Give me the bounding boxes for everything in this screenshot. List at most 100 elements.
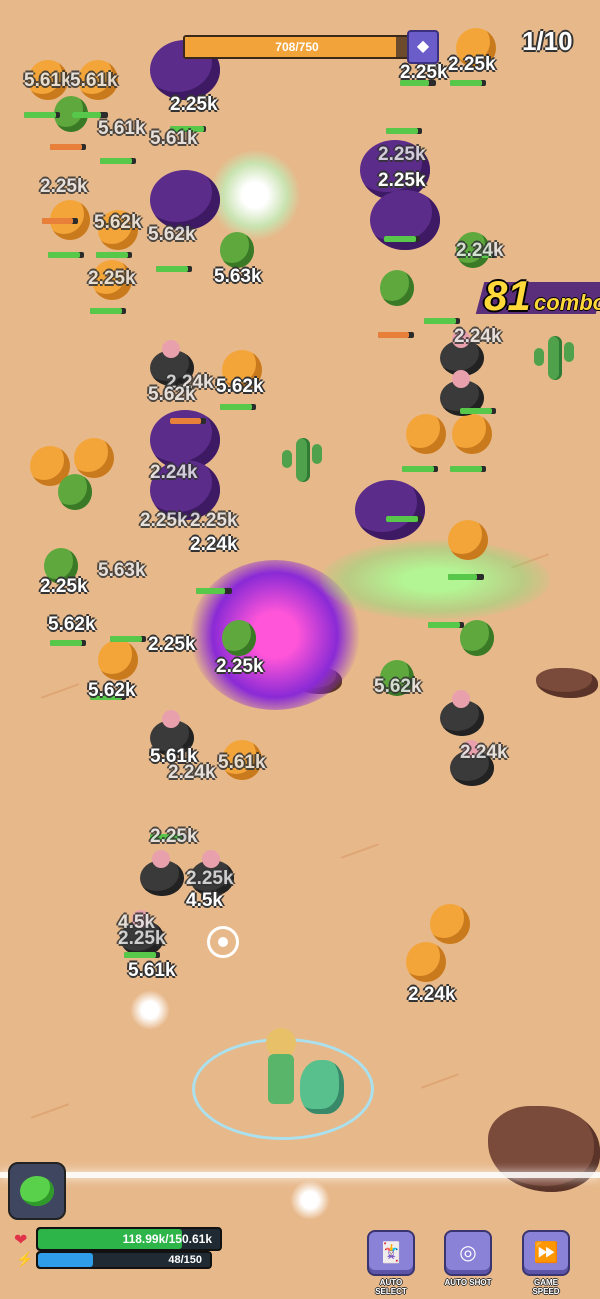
damage-number: 2.25k xyxy=(170,94,218,115)
player-character xyxy=(258,1028,302,1108)
damage-number: 2.25k xyxy=(216,656,264,677)
wave-counter: 1/10 xyxy=(522,26,573,56)
mp-text: 48/150 xyxy=(168,1254,202,1266)
damage-number: 5.61k xyxy=(24,70,72,91)
enemy-hp-bar xyxy=(402,466,438,472)
damage-number: 5.62k xyxy=(48,614,96,635)
damage-number: 2.24k xyxy=(460,742,508,763)
damage-number: 2.24k xyxy=(190,534,238,555)
player-mp: ⚡ 48/150 xyxy=(10,1250,212,1269)
glow-effect xyxy=(130,990,170,1030)
enemy-hp-bar xyxy=(96,252,132,258)
armored-brute-enemy xyxy=(150,170,220,230)
enemy-hp-bar xyxy=(424,318,460,324)
enemy-hp-bar xyxy=(386,128,422,134)
wind-slash-effect xyxy=(320,540,550,620)
game-speed-button[interactable]: ⏩ GAME SPEED xyxy=(521,1230,571,1296)
slime-enemy xyxy=(452,414,492,454)
rock xyxy=(536,668,598,698)
damage-number: 2.25k xyxy=(190,510,238,531)
goblin-enemy xyxy=(222,620,256,656)
enemy-hp-bar xyxy=(450,80,486,86)
combo-banner: 81 combo xyxy=(470,272,600,320)
enemy-hp-bar xyxy=(220,404,256,410)
heart-icon: ❤ xyxy=(14,1232,28,1249)
damage-number: 2.24k xyxy=(150,462,198,483)
enemy-hp-bar xyxy=(428,622,464,628)
enemy-hp-bar xyxy=(170,418,206,424)
slime-enemy xyxy=(98,640,138,680)
damage-number: 2.25k xyxy=(150,826,198,847)
damage-number: 2.25k xyxy=(148,634,196,655)
damage-number: 2.25k xyxy=(40,176,88,197)
player-hp: ❤ 118.99k/150.61k xyxy=(10,1226,222,1251)
goblin-enemy xyxy=(220,232,254,268)
enemy-hp-bar xyxy=(156,266,192,272)
enemy-hp-bar xyxy=(450,466,486,472)
damage-number: 2.25k xyxy=(40,576,88,597)
wave-progress-text: 708/750 xyxy=(275,40,319,54)
sand-crack xyxy=(420,1073,460,1089)
glow-effect xyxy=(210,150,300,240)
goblin-enemy xyxy=(58,474,92,510)
sand-crack xyxy=(340,843,380,859)
vulture-enemy xyxy=(140,850,184,896)
damage-number: 2.24k xyxy=(408,984,456,1005)
slime-enemy xyxy=(448,520,488,560)
auto-select-button[interactable]: 🃏 AUTO SELECT xyxy=(366,1230,416,1296)
damage-number: 5.63k xyxy=(214,266,262,287)
combo-count: 81 xyxy=(484,272,531,319)
cactus xyxy=(534,336,578,384)
hp-text: 118.99k/150.61k xyxy=(122,1232,212,1246)
cactus xyxy=(282,438,326,486)
enemy-hp-bar xyxy=(48,252,84,258)
enemy-hp-bar xyxy=(42,218,78,224)
slime-enemy xyxy=(406,942,446,982)
enemy-hp-bar xyxy=(386,516,422,522)
mp-bar-fill xyxy=(38,1253,94,1267)
enemy-hp-bar xyxy=(378,332,414,338)
damage-number: 2.25k xyxy=(448,54,496,75)
damage-number: 2.24k xyxy=(454,326,502,347)
enemy-hp-bar xyxy=(50,144,86,150)
crosshair-icon: ◎ xyxy=(444,1230,492,1276)
enemy-hp-bar xyxy=(196,588,232,594)
damage-number: 5.62k xyxy=(374,676,422,697)
slime-enemy xyxy=(74,438,114,478)
enemy-hp-bar xyxy=(110,636,146,642)
damage-number: 2.24k xyxy=(168,762,216,783)
enemy-hp-bar xyxy=(24,112,60,118)
damage-number: 2.25k xyxy=(186,868,234,889)
game-speed-label: GAME SPEED xyxy=(532,1278,560,1296)
glow-effect xyxy=(290,1180,330,1220)
goblin-enemy xyxy=(380,270,414,306)
enemy-hp-bar xyxy=(460,408,496,414)
damage-number: 5.61k xyxy=(218,752,266,773)
damage-number: 5.61k xyxy=(98,118,146,139)
aim-target-icon xyxy=(207,926,239,958)
damage-number: 5.63k xyxy=(98,560,146,581)
card-icon[interactable]: ◆ xyxy=(407,30,439,64)
damage-number: 5.62k xyxy=(148,384,196,405)
defense-line xyxy=(0,1172,600,1178)
damage-number: 2.25k xyxy=(378,144,426,165)
slime-enemy xyxy=(406,414,446,454)
damage-number: 5.61k xyxy=(150,128,198,149)
enemy-hp-bar xyxy=(384,236,420,242)
damage-number: 5.61k xyxy=(70,70,118,91)
enemy-hp-bar xyxy=(448,574,484,580)
hp-bar: 118.99k/150.61k xyxy=(36,1227,222,1251)
damage-number: 5.61k xyxy=(128,960,176,981)
slime-enemy xyxy=(430,904,470,944)
damage-number: 2.25k xyxy=(140,510,188,531)
auto-shot-button[interactable]: ◎ AUTO SHOT xyxy=(443,1230,493,1292)
damage-number: 4.5k xyxy=(186,890,223,911)
pet-companion xyxy=(300,1060,344,1114)
damage-number: 2.25k xyxy=(378,170,426,191)
armored-brute-enemy xyxy=(355,480,425,540)
rock xyxy=(488,1106,600,1192)
enemy-hp-bar xyxy=(90,308,126,314)
damage-number: 2.25k xyxy=(400,62,448,83)
pet-portrait[interactable] xyxy=(8,1162,66,1220)
auto-shot-label: AUTO SHOT xyxy=(444,1278,492,1287)
